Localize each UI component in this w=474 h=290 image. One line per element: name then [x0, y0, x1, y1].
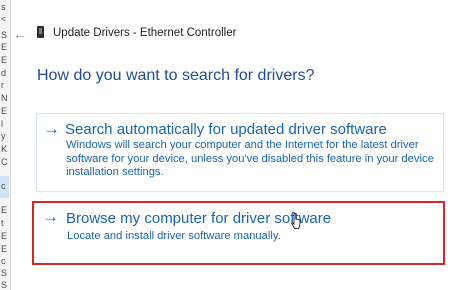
strip-fragment: E [1, 205, 8, 215]
strip-fragment: K [1, 144, 8, 154]
strip-fragment: d [1, 68, 7, 78]
device-icon [37, 26, 44, 38]
strip-fragment: r [1, 80, 4, 90]
option-title: Search automatically for updated driver … [65, 121, 387, 138]
strip-fragment: N [1, 93, 8, 103]
strip-fragment: l [1, 119, 3, 129]
strip-fragment: t [1, 218, 4, 228]
search-automatically-option[interactable]: → Search automatically for updated drive… [36, 113, 444, 192]
page-heading: How do you want to search for drivers? [37, 67, 315, 84]
back-arrow-icon[interactable]: ← [13, 26, 27, 42]
arrow-right-icon: → [42, 207, 59, 226]
strip-fragment: C [1, 157, 8, 167]
strip-fragment: E [1, 42, 8, 52]
strip-fragment: S [1, 268, 8, 278]
browse-computer-option[interactable]: → Browse my computer for driver software… [32, 201, 445, 265]
strip-fragment: < [1, 14, 7, 24]
strip-fragment: E [1, 231, 8, 241]
strip-fragment: s [1, 2, 6, 12]
window-title: Update Drivers - Ethernet Controller [53, 27, 237, 39]
strip-fragment: c [1, 256, 6, 266]
option-description: Locate and install driver software manua… [67, 230, 281, 242]
strip-fragment: E [1, 106, 8, 116]
strip-fragment: S [1, 30, 8, 40]
strip-fragment: E [1, 55, 8, 65]
option-description: Windows will search your computer and th… [66, 139, 434, 178]
strip-fragment: E [1, 244, 8, 254]
arrow-right-icon: → [43, 119, 60, 138]
strip-fragment: S [1, 280, 8, 290]
strip-fragment: y [1, 131, 6, 141]
mouse-cursor-icon [291, 213, 301, 229]
strip-fragment: c [1, 181, 6, 191]
background-window-strip: s < S E E d r N E l y K C c E t E E c S … [0, 0, 11, 290]
